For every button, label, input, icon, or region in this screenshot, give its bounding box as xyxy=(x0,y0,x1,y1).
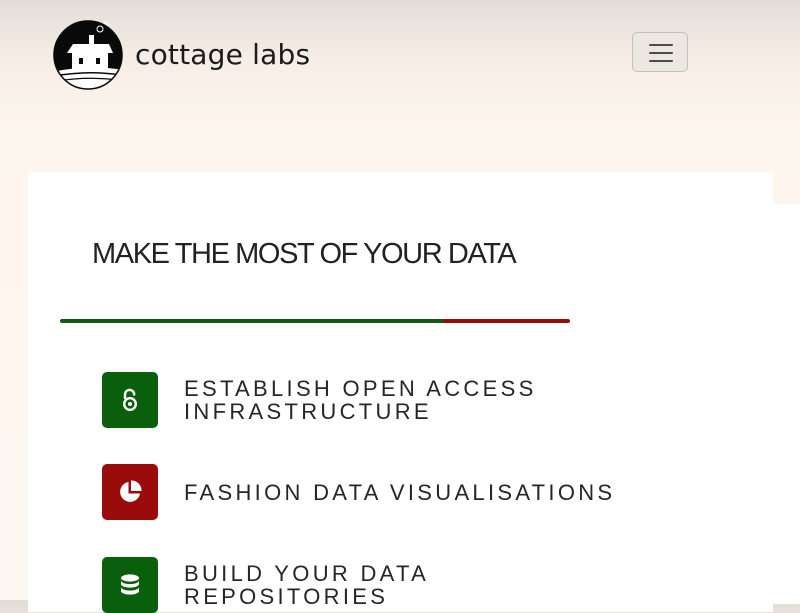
card-edge xyxy=(773,204,800,604)
navbar-toggle-button[interactable] xyxy=(632,32,688,72)
service-item-repositories[interactable]: BUILD YOUR DATA REPOSITORIES xyxy=(102,557,722,613)
service-item-open-access[interactable]: ESTABLISH OPEN ACCESS INFRASTRUCTURE xyxy=(102,372,722,428)
service-label: ESTABLISH OPEN ACCESS INFRASTRUCTURE xyxy=(184,376,537,424)
service-label: FASHION DATA VISUALISATIONS xyxy=(184,479,616,505)
database-icon xyxy=(102,557,158,613)
open-access-icon xyxy=(102,372,158,428)
headline-divider xyxy=(60,319,570,323)
brand-link[interactable]: cottage labs xyxy=(53,20,310,90)
brand-name: cottage labs xyxy=(135,38,311,71)
page-headline: MAKE THE MOST OF YOUR DATA xyxy=(92,238,517,270)
cottage-labs-logo xyxy=(53,20,123,90)
pie-chart-icon xyxy=(102,464,158,520)
navbar: cottage labs xyxy=(0,0,800,105)
service-item-visualisations[interactable]: FASHION DATA VISUALISATIONS xyxy=(102,464,722,520)
service-label: BUILD YOUR DATA REPOSITORIES xyxy=(184,561,428,609)
